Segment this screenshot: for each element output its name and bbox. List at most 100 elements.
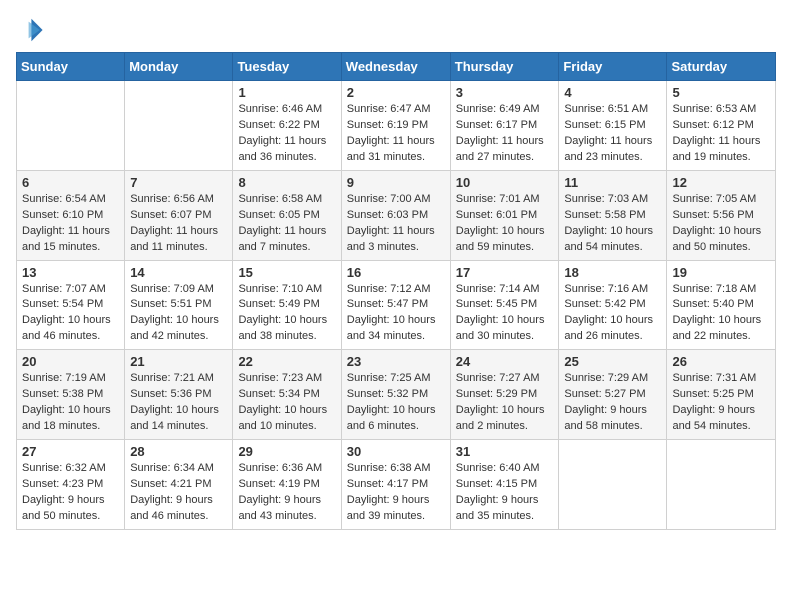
day-number: 29 [238,444,335,459]
day-number: 4 [564,85,661,100]
day-number: 16 [347,265,445,280]
calendar-week-row: 6 Sunrise: 6:54 AM Sunset: 6:10 PM Daylig… [17,170,776,260]
calendar-cell: 24 Sunrise: 7:27 AM Sunset: 5:29 PM Dayli… [450,350,559,440]
day-info: Sunrise: 7:01 AM Sunset: 6:01 PM Dayligh… [456,192,554,256]
day-info: Sunrise: 7:25 AM Sunset: 5:32 PM Dayligh… [347,371,445,435]
day-of-week-header: Friday [559,53,667,81]
calendar-week-row: 27 Sunrise: 6:32 AM Sunset: 4:23 PM Dayli… [17,440,776,530]
day-number: 17 [456,265,554,280]
day-number: 20 [22,354,119,369]
day-info: Sunrise: 7:12 AM Sunset: 5:47 PM Dayligh… [347,282,445,346]
day-info: Sunrise: 7:09 AM Sunset: 5:51 PM Dayligh… [130,282,227,346]
day-number: 30 [347,444,445,459]
day-info: Sunrise: 6:32 AM Sunset: 4:23 PM Dayligh… [22,461,119,525]
day-number: 5 [672,85,770,100]
calendar-cell: 18 Sunrise: 7:16 AM Sunset: 5:42 PM Dayli… [559,260,667,350]
calendar-cell: 30 Sunrise: 6:38 AM Sunset: 4:17 PM Dayli… [341,440,450,530]
day-number: 1 [238,85,335,100]
day-info: Sunrise: 7:19 AM Sunset: 5:38 PM Dayligh… [22,371,119,435]
calendar-week-row: 13Sunrise: 7:07 AM Sunset: 5:54 PM Dayli… [17,260,776,350]
calendar-cell: 26 Sunrise: 7:31 AM Sunset: 5:25 PM Dayli… [667,350,776,440]
calendar-cell: 12 Sunrise: 7:05 AM Sunset: 5:56 PM Dayli… [667,170,776,260]
day-info: Sunrise: 6:47 AM Sunset: 6:19 PM Dayligh… [347,102,445,166]
day-number: 18 [564,265,661,280]
day-info: Sunrise: 7:21 AM Sunset: 5:36 PM Dayligh… [130,371,227,435]
day-number: 27 [22,444,119,459]
calendar-cell: 7 Sunrise: 6:56 AM Sunset: 6:07 PM Daylig… [125,170,233,260]
day-number: 26 [672,354,770,369]
calendar-cell: 3 Sunrise: 6:49 AM Sunset: 6:17 PM Daylig… [450,81,559,171]
day-number: 31 [456,444,554,459]
day-number: 15 [238,265,335,280]
day-number: 11 [564,175,661,190]
calendar-cell: 16 Sunrise: 7:12 AM Sunset: 5:47 PM Dayli… [341,260,450,350]
calendar-cell: 25 Sunrise: 7:29 AM Sunset: 5:27 PM Dayli… [559,350,667,440]
day-info: Sunrise: 7:27 AM Sunset: 5:29 PM Dayligh… [456,371,554,435]
logo-icon [16,16,44,44]
day-info: Sunrise: 7:31 AM Sunset: 5:25 PM Dayligh… [672,371,770,435]
day-info: Sunrise: 7:23 AM Sunset: 5:34 PM Dayligh… [238,371,335,435]
calendar-cell: 23Sunrise: 7:25 AM Sunset: 5:32 PM Dayli… [341,350,450,440]
day-info: Sunrise: 6:56 AM Sunset: 6:07 PM Dayligh… [130,192,227,256]
calendar-cell: 9 Sunrise: 7:00 AM Sunset: 6:03 PM Daylig… [341,170,450,260]
day-info: Sunrise: 6:46 AM Sunset: 6:22 PM Dayligh… [238,102,335,166]
day-info: Sunrise: 7:00 AM Sunset: 6:03 PM Dayligh… [347,192,445,256]
calendar-cell: 2 Sunrise: 6:47 AM Sunset: 6:19 PM Daylig… [341,81,450,171]
day-info: Sunrise: 7:18 AM Sunset: 5:40 PM Dayligh… [672,282,770,346]
day-number: 13 [22,265,119,280]
calendar-cell: 15 Sunrise: 7:10 AM Sunset: 5:49 PM Dayli… [233,260,341,350]
day-info: Sunrise: 6:38 AM Sunset: 4:17 PM Dayligh… [347,461,445,525]
day-number: 10 [456,175,554,190]
day-info: Sunrise: 7:29 AM Sunset: 5:27 PM Dayligh… [564,371,661,435]
day-info: Sunrise: 6:34 AM Sunset: 4:21 PM Dayligh… [130,461,227,525]
day-number: 28 [130,444,227,459]
day-info: Sunrise: 7:10 AM Sunset: 5:49 PM Dayligh… [238,282,335,346]
calendar-cell: 8Sunrise: 6:58 AM Sunset: 6:05 PM Daylig… [233,170,341,260]
calendar-cell [125,81,233,171]
calendar-cell: 10 Sunrise: 7:01 AM Sunset: 6:01 PM Dayli… [450,170,559,260]
day-info: Sunrise: 7:16 AM Sunset: 5:42 PM Dayligh… [564,282,661,346]
calendar-table: SundayMondayTuesdayWednesdayThursdayFrid… [16,52,776,530]
calendar-cell: 6 Sunrise: 6:54 AM Sunset: 6:10 PM Daylig… [17,170,125,260]
logo [16,16,48,44]
calendar-cell: 19 Sunrise: 7:18 AM Sunset: 5:40 PM Dayli… [667,260,776,350]
day-info: Sunrise: 6:40 AM Sunset: 4:15 PM Dayligh… [456,461,554,525]
calendar-cell: 22Sunrise: 7:23 AM Sunset: 5:34 PM Dayli… [233,350,341,440]
day-number: 9 [347,175,445,190]
day-number: 7 [130,175,227,190]
calendar-cell: 1 Sunrise: 6:46 AM Sunset: 6:22 PM Daylig… [233,81,341,171]
day-number: 24 [456,354,554,369]
day-info: Sunrise: 6:49 AM Sunset: 6:17 PM Dayligh… [456,102,554,166]
calendar-cell: 17 Sunrise: 7:14 AM Sunset: 5:45 PM Dayli… [450,260,559,350]
calendar-cell: 13Sunrise: 7:07 AM Sunset: 5:54 PM Dayli… [17,260,125,350]
day-info: Sunrise: 7:14 AM Sunset: 5:45 PM Dayligh… [456,282,554,346]
day-of-week-header: Thursday [450,53,559,81]
day-number: 25 [564,354,661,369]
day-number: 12 [672,175,770,190]
day-info: Sunrise: 6:53 AM Sunset: 6:12 PM Dayligh… [672,102,770,166]
calendar-cell: 28 Sunrise: 6:34 AM Sunset: 4:21 PM Dayli… [125,440,233,530]
calendar-cell: 14 Sunrise: 7:09 AM Sunset: 5:51 PM Dayli… [125,260,233,350]
calendar-week-row: 20 Sunrise: 7:19 AM Sunset: 5:38 PM Dayli… [17,350,776,440]
calendar-cell: 4 Sunrise: 6:51 AM Sunset: 6:15 PM Daylig… [559,81,667,171]
day-number: 3 [456,85,554,100]
day-number: 21 [130,354,227,369]
day-info: Sunrise: 6:36 AM Sunset: 4:19 PM Dayligh… [238,461,335,525]
calendar-cell: 5 Sunrise: 6:53 AM Sunset: 6:12 PM Daylig… [667,81,776,171]
day-of-week-header: Monday [125,53,233,81]
day-number: 2 [347,85,445,100]
calendar-cell: 27 Sunrise: 6:32 AM Sunset: 4:23 PM Dayli… [17,440,125,530]
day-number: 6 [22,175,119,190]
calendar-cell: 11Sunrise: 7:03 AM Sunset: 5:58 PM Dayli… [559,170,667,260]
calendar-cell [667,440,776,530]
calendar-cell [17,81,125,171]
day-number: 14 [130,265,227,280]
day-info: Sunrise: 6:51 AM Sunset: 6:15 PM Dayligh… [564,102,661,166]
day-of-week-header: Sunday [17,53,125,81]
day-number: 19 [672,265,770,280]
day-info: Sunrise: 7:05 AM Sunset: 5:56 PM Dayligh… [672,192,770,256]
day-info: Sunrise: 6:54 AM Sunset: 6:10 PM Dayligh… [22,192,119,256]
day-of-week-header: Saturday [667,53,776,81]
day-of-week-header: Tuesday [233,53,341,81]
calendar-cell: 20 Sunrise: 7:19 AM Sunset: 5:38 PM Dayli… [17,350,125,440]
